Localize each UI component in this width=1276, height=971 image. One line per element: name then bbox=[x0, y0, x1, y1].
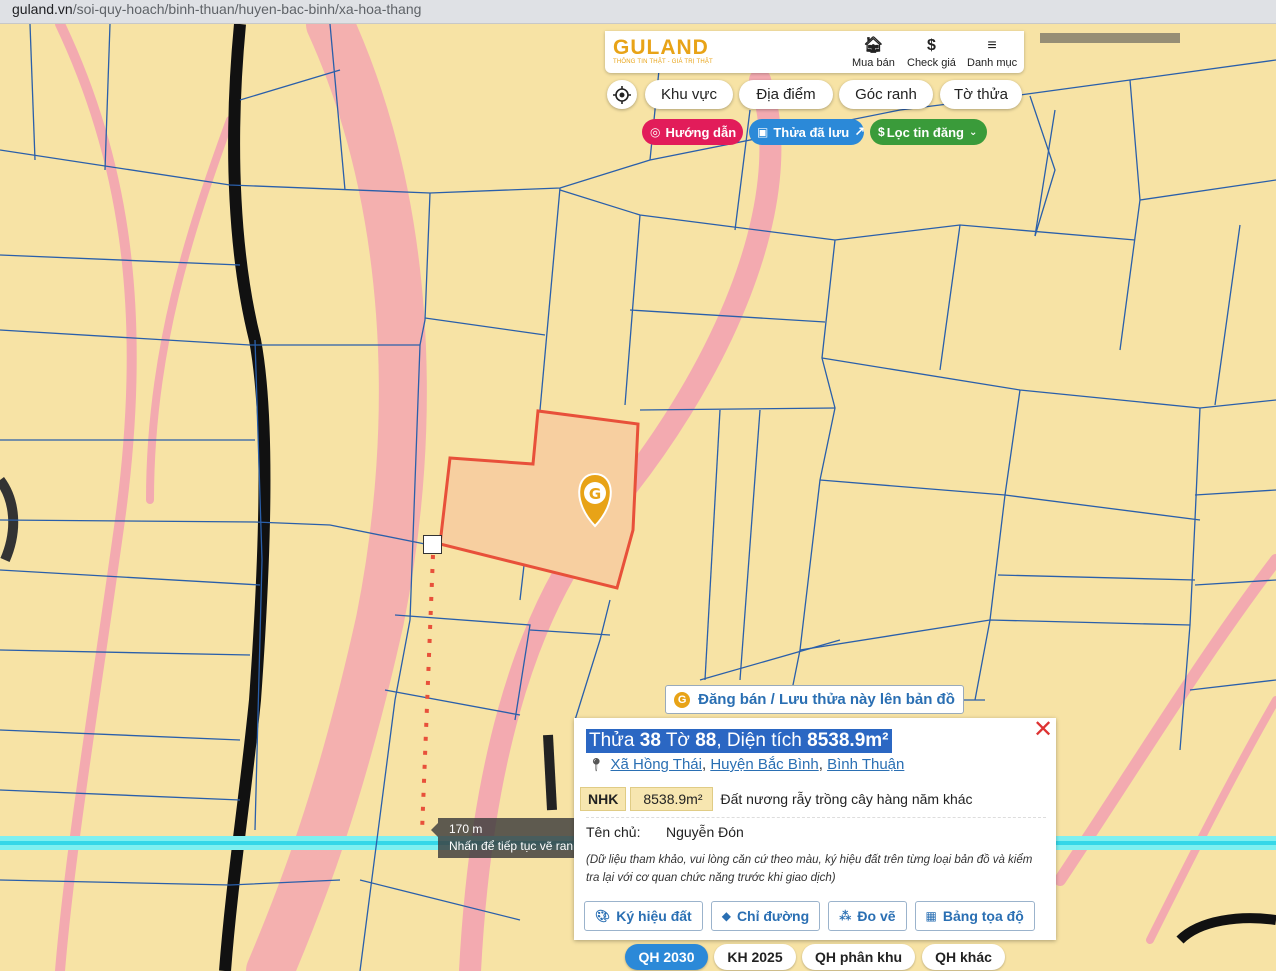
chip-thua-da-luu[interactable]: ▣ Thửa đã lưu ↗ bbox=[749, 119, 866, 145]
measure-hint: Nhấn để tiếp tục vẽ ranh bbox=[449, 839, 578, 853]
target-icon: ◎ bbox=[650, 125, 661, 139]
svg-text:G: G bbox=[589, 485, 601, 503]
land-code-badge: NHK bbox=[580, 787, 627, 811]
nav-check-gia[interactable]: $ Check giá bbox=[907, 35, 956, 69]
nav-mua-ban[interactable]: 🏠︎ Mua bán bbox=[852, 35, 895, 69]
land-type-row: NHK 8538.9m² Đất nương rẫy trồng cây hàn… bbox=[580, 787, 973, 811]
measure-icon: ⁂ bbox=[839, 909, 852, 923]
measure-distance: 170 m bbox=[449, 822, 483, 836]
bookmark-icon: ▣ bbox=[757, 125, 769, 139]
filter-goc-ranh[interactable]: Góc ranh bbox=[839, 80, 933, 109]
measure-button[interactable]: ⁂ Đo vẽ bbox=[828, 901, 907, 931]
dollar-icon: $ bbox=[927, 37, 936, 54]
owner-row: Tên chủ: Nguyễn Đón bbox=[586, 824, 744, 840]
directions-icon: ◆ bbox=[721, 909, 731, 923]
nav-danh-muc[interactable]: ≡ Danh mục bbox=[967, 35, 1017, 69]
guland-icon: G bbox=[674, 691, 691, 708]
tab-qh-phan-khu[interactable]: QH phân khu bbox=[802, 944, 915, 970]
filter-dia-diem[interactable]: Địa điểm bbox=[739, 80, 833, 109]
guland-logo[interactable]: GULAND THÔNG TIN THẬT - GIÁ TRỊ THẬT bbox=[613, 37, 713, 66]
locate-button[interactable] bbox=[607, 80, 637, 109]
measure-tooltip: 170 m Nhấn để tiếp tục vẽ ranh bbox=[431, 818, 578, 858]
header-bar: GULAND THÔNG TIN THẬT - GIÁ TRỊ THẬT 🏠︎ … bbox=[605, 31, 1024, 73]
tab-kh-2025[interactable]: KH 2025 bbox=[714, 944, 796, 970]
address-commune-link[interactable]: Xã Hồng Thái bbox=[611, 756, 702, 773]
parcel-address: 📍︎ Xã Hồng Thái, Huyện Bắc Bình, Bình Thu… bbox=[588, 756, 905, 773]
url-path: /soi-quy-hoach/binh-thuan/huyen-bac-binh… bbox=[72, 1, 422, 17]
tab-qh-2030[interactable]: QH 2030 bbox=[625, 944, 708, 970]
filter-to-thua[interactable]: Tờ thửa bbox=[940, 80, 1022, 109]
address-district-link[interactable]: Huyện Bắc Bình bbox=[710, 756, 818, 773]
crosshair-icon bbox=[613, 85, 631, 104]
menu-icon: ≡ bbox=[987, 37, 997, 54]
vertex-handle[interactable] bbox=[423, 535, 442, 554]
land-symbol-button[interactable]: 🎨︎ Ký hiệu đất bbox=[584, 901, 703, 931]
land-area-badge: 8538.9m² bbox=[630, 787, 713, 811]
directions-button[interactable]: ◆ Chỉ đường bbox=[710, 901, 821, 931]
post-parcel-button[interactable]: G Đăng bán / Lưu thửa này lên bản đồ bbox=[665, 685, 964, 714]
owner-name: Nguyễn Đón bbox=[666, 824, 744, 840]
chevron-down-icon: ⌄ bbox=[968, 126, 978, 138]
parcel-title: Thửa 38 Tờ 88, Diện tích 8538.9m² bbox=[586, 729, 892, 753]
address-bar[interactable]: guland.vn/soi-quy-hoach/binh-thuan/huyen… bbox=[0, 0, 1276, 24]
dollar-icon: $ bbox=[878, 125, 885, 139]
table-icon: ▦ bbox=[925, 909, 937, 923]
tab-qh-khac[interactable]: QH khác bbox=[922, 944, 1005, 970]
land-description: Đất nương rẫy trồng cây hàng năm khác bbox=[720, 791, 973, 807]
building-icon: 🏠︎ bbox=[863, 37, 884, 54]
coordinates-table-button[interactable]: ▦ Bảng tọa độ bbox=[914, 901, 1035, 931]
disclaimer-note: (Dữ liệu tham khảo, vui lòng căn cứ theo… bbox=[586, 854, 1033, 884]
chip-huong-dan[interactable]: ◎ Hướng dẫn bbox=[642, 119, 743, 145]
address-province-link[interactable]: Bình Thuận bbox=[827, 756, 904, 773]
palette-icon: 🎨︎ bbox=[595, 909, 611, 923]
filter-khu-vuc[interactable]: Khu vực bbox=[645, 80, 733, 109]
external-link-icon: ↗ bbox=[854, 124, 866, 139]
url-domain: guland.vn bbox=[12, 1, 73, 17]
parcel-info-popup: Thửa 38 Tờ 88, Diện tích 8538.9m² ✕ 📍︎ Xã… bbox=[574, 718, 1056, 940]
divider bbox=[586, 817, 1046, 818]
parcel-actions: 🎨︎ Ký hiệu đất ◆ Chỉ đường ⁂ Đo vẽ ▦ Bảng tọ… bbox=[584, 901, 1035, 931]
close-icon[interactable]: ✕ bbox=[1032, 718, 1054, 742]
chip-loc-tin-dang[interactable]: $ Lọc tin đăng ⌄ bbox=[870, 119, 987, 145]
location-pin-icon: 📍︎ bbox=[588, 757, 605, 772]
